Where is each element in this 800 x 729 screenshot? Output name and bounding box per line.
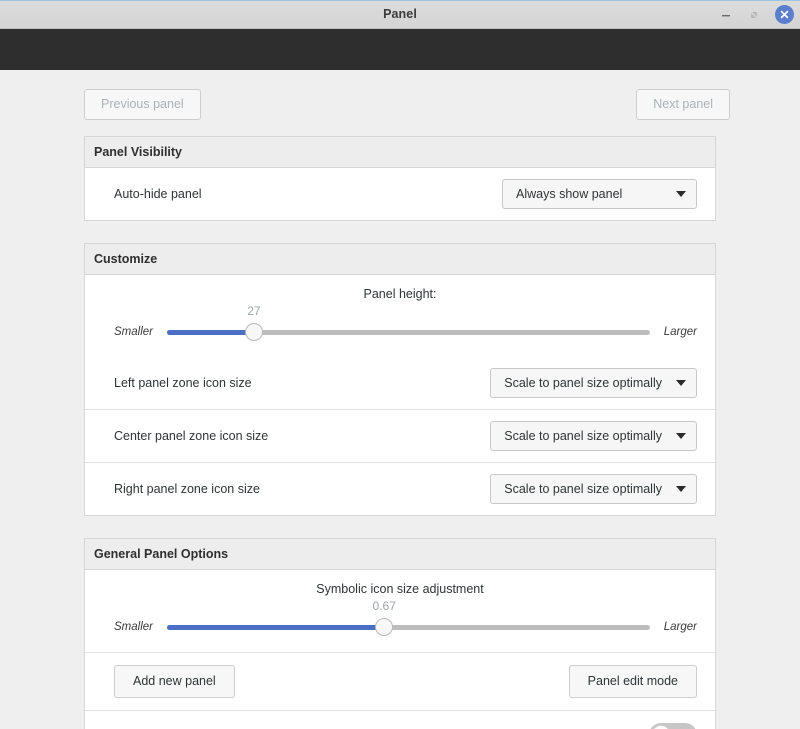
panel-height-slider[interactable]: 27 <box>166 304 650 341</box>
panel-height-slider-row: Smaller 27 Larger <box>103 304 697 341</box>
left-zone-icon-size-value: Scale to panel size optimally <box>504 376 662 390</box>
panel-visibility-header: Panel Visibility <box>85 137 715 168</box>
pointer-pass-through-toggle[interactable]: × <box>649 723 697 729</box>
panel-height-title: Panel height: <box>363 287 437 301</box>
symbolic-larger-label: Larger <box>663 621 697 633</box>
chevron-down-icon <box>676 380 686 386</box>
panel-height-larger-label: Larger <box>663 326 697 338</box>
center-zone-icon-size-dropdown[interactable]: Scale to panel size optimally <box>490 421 697 451</box>
panel-visibility-body: Auto-hide panel Always show panel <box>85 168 715 220</box>
right-zone-icon-size-dropdown[interactable]: Scale to panel size optimally <box>490 474 697 504</box>
symbolic-icon-size-value: 0.67 <box>372 599 396 613</box>
panel-height-block: Panel height: Smaller 27 Larger <box>85 275 715 357</box>
symbolic-icon-size-title: Symbolic icon size adjustment <box>316 582 484 596</box>
symbolic-icon-size-slider[interactable]: 0.67 <box>166 599 650 636</box>
panel-height-value: 27 <box>247 304 261 318</box>
customize-body: Panel height: Smaller 27 Larger Left pan <box>85 275 715 515</box>
close-icon[interactable] <box>775 5 794 24</box>
panel-settings-window: Panel Previous panel Next panel Panel Vi… <box>0 0 800 729</box>
customize-header: Customize <box>85 244 715 275</box>
center-zone-icon-size-row: Center panel zone icon size Scale to pan… <box>85 409 715 462</box>
symbolic-icon-size-track-fill <box>166 625 385 630</box>
left-zone-icon-size-row: Left panel zone icon size Scale to panel… <box>85 357 715 409</box>
customize-section: Customize Panel height: Smaller 27 Large… <box>84 243 716 516</box>
panel-height-knob[interactable] <box>244 323 263 341</box>
left-zone-icon-size-dropdown[interactable]: Scale to panel size optimally <box>490 368 697 398</box>
right-zone-icon-size-value: Scale to panel size optimally <box>504 482 662 496</box>
auto-hide-panel-value: Always show panel <box>516 187 623 201</box>
symbolic-icon-size-block: Symbolic icon size adjustment Smaller 0.… <box>85 570 715 652</box>
general-panel-options-section: General Panel Options Symbolic icon size… <box>84 538 716 729</box>
center-zone-icon-size-label: Center panel zone icon size <box>114 429 269 443</box>
panel-preview-strip <box>0 29 800 70</box>
symbolic-smaller-label: Smaller <box>114 621 153 633</box>
left-zone-icon-size-label: Left panel zone icon size <box>114 376 252 390</box>
chevron-down-icon <box>676 433 686 439</box>
auto-hide-panel-row: Auto-hide panel Always show panel <box>85 168 715 220</box>
chevron-down-icon <box>676 191 686 197</box>
add-new-panel-button[interactable]: Add new panel <box>114 665 235 698</box>
auto-hide-panel-label: Auto-hide panel <box>114 187 202 201</box>
previous-panel-button[interactable]: Previous panel <box>84 89 201 120</box>
titlebar-accent <box>0 0 800 1</box>
panel-height-smaller-label: Smaller <box>114 326 153 338</box>
symbolic-icon-size-slider-row: Smaller 0.67 Larger <box>103 599 697 636</box>
symbolic-icon-size-knob[interactable] <box>375 618 394 636</box>
panel-edit-mode-button[interactable]: Panel edit mode <box>568 665 697 698</box>
general-panel-options-body: Symbolic icon size adjustment Smaller 0.… <box>85 570 715 729</box>
next-panel-button[interactable]: Next panel <box>636 89 730 120</box>
toggle-knob <box>651 725 671 729</box>
title-bar: Panel <box>0 0 800 29</box>
panel-actions-row: Add new panel Panel edit mode <box>85 652 715 710</box>
right-zone-icon-size-label: Right panel zone icon size <box>114 482 260 496</box>
center-zone-icon-size-value: Scale to panel size optimally <box>504 429 662 443</box>
window-title: Panel <box>383 7 417 21</box>
pointer-pass-through-row: Allow the pointer to pass through the ed… <box>85 710 715 729</box>
right-zone-icon-size-row: Right panel zone icon size Scale to pane… <box>85 462 715 515</box>
auto-hide-panel-dropdown[interactable]: Always show panel <box>502 179 697 209</box>
minimize-icon[interactable] <box>717 6 735 24</box>
window-controls <box>717 0 794 29</box>
settings-content: Previous panel Next panel Panel Visibili… <box>0 70 800 729</box>
chevron-down-icon <box>676 486 686 492</box>
panel-visibility-section: Panel Visibility Auto-hide panel Always … <box>84 136 716 221</box>
panel-navigation-row: Previous panel Next panel <box>84 70 730 136</box>
maximize-icon[interactable] <box>745 6 763 24</box>
panel-height-track-fill <box>166 330 254 335</box>
general-panel-options-header: General Panel Options <box>85 539 715 570</box>
